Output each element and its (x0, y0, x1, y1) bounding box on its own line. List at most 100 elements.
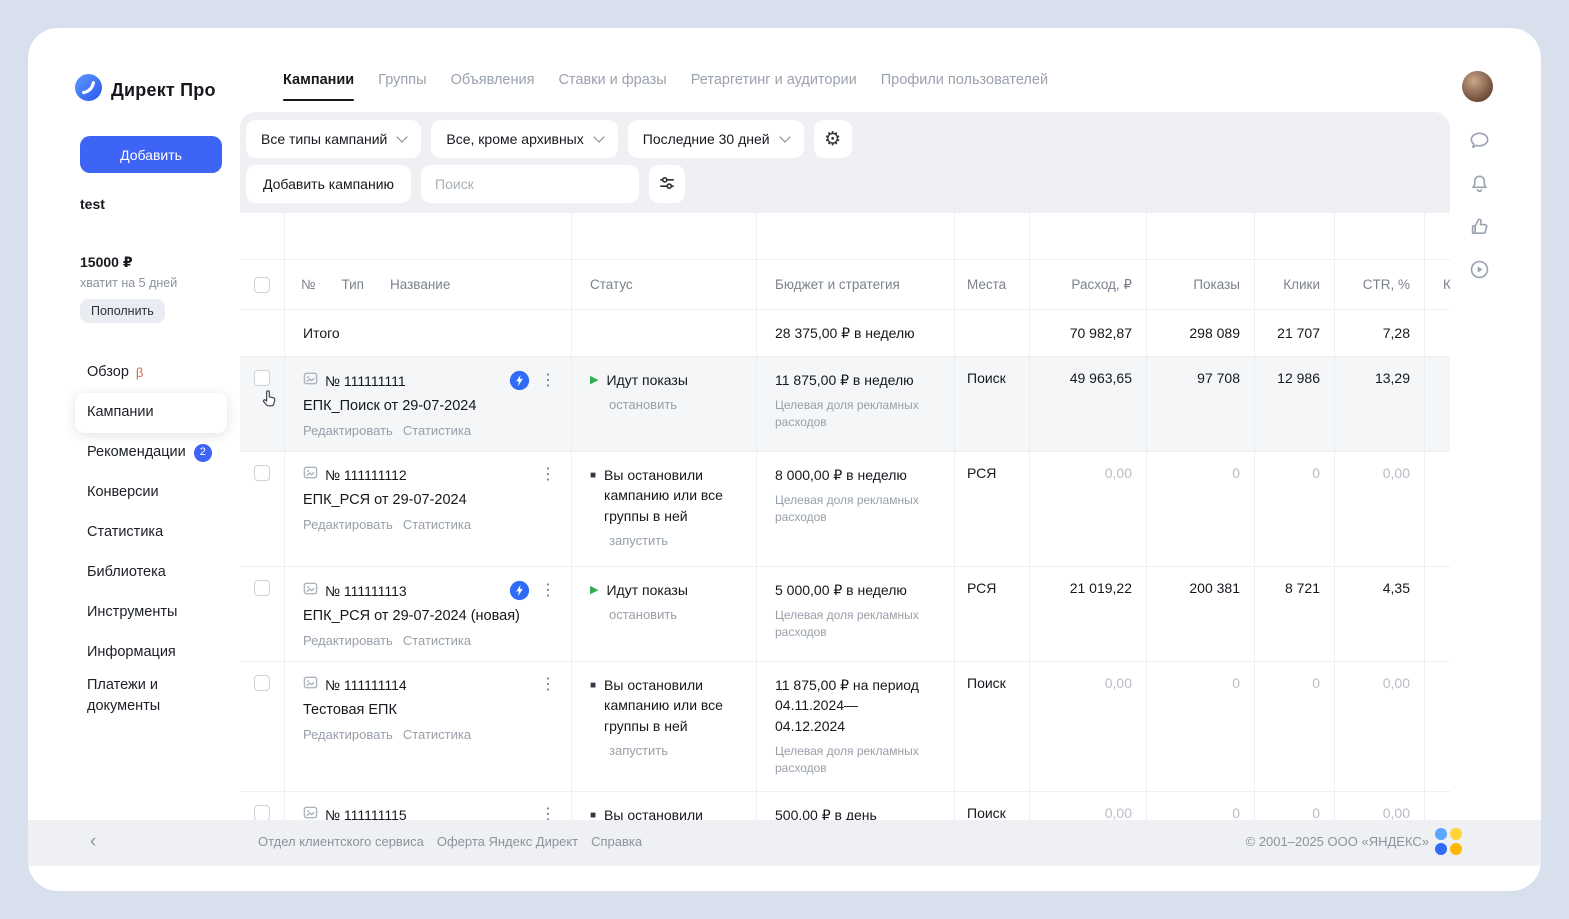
status-action-link[interactable]: остановить (609, 397, 744, 412)
campaign-name[interactable]: ЕПК_РСЯ от 29-07-2024 (новая) (303, 608, 559, 624)
tab-campaigns[interactable]: Кампании (283, 72, 354, 101)
row-checkbox[interactable] (254, 370, 270, 386)
sidebar-item-label: Библиотека (87, 562, 166, 583)
clicks-value: 0 (1255, 792, 1335, 820)
footer-link-offer[interactable]: Оферта Яндекс Директ (437, 834, 578, 849)
bell-icon[interactable] (1468, 172, 1491, 195)
sidebar-item-label: Информация (87, 642, 176, 663)
account-name: test (80, 196, 227, 212)
chevron-down-icon (397, 131, 408, 142)
campaign-number: № 111111111 (325, 373, 406, 389)
column-settings-button[interactable] (649, 165, 685, 203)
edit-link[interactable]: Редактировать (303, 423, 393, 438)
table-row: № 111111111 ⋮ ЕПК_Поиск от 29-07-2024 Ре… (240, 357, 1450, 452)
kebab-menu-icon[interactable]: ⋮ (537, 677, 559, 693)
chat-widget-icon[interactable] (1435, 828, 1463, 856)
period-filter[interactable]: Последние 30 дней (628, 120, 804, 158)
chat-icon[interactable] (1468, 129, 1491, 152)
settings-button[interactable]: ⚙ (814, 120, 852, 158)
sidebar-item-label: Обзор (87, 362, 129, 383)
sidebar-item-overview[interactable]: Обзор β (75, 353, 227, 393)
budget-value: 11 875,00 ₽ в неделю (775, 370, 942, 390)
status-action-link[interactable]: запустить (609, 533, 744, 548)
sidebar-item-conversions[interactable]: Конверсии (75, 473, 227, 513)
campaign-type-icon (303, 371, 318, 391)
campaign-type-icon (303, 675, 318, 695)
sidebar-item-library[interactable]: Библиотека (75, 553, 227, 593)
sidebar-item-recommendations[interactable]: Рекомендации 2 (75, 433, 227, 473)
tab-bids-phrases[interactable]: Ставки и фразы (558, 72, 666, 101)
tab-ads[interactable]: Объявления (451, 72, 535, 101)
stats-link[interactable]: Статистика (403, 423, 471, 438)
placement: Поиск (955, 357, 1030, 451)
tab-groups[interactable]: Группы (378, 72, 426, 101)
row-checkbox[interactable] (254, 675, 270, 691)
table-header-row: № Тип Название Статус Бюджет и стратегия… (240, 260, 1450, 310)
row-checkbox[interactable] (254, 805, 270, 820)
kebab-menu-icon[interactable]: ⋮ (537, 373, 559, 389)
footer-link-help[interactable]: Справка (591, 834, 642, 849)
tab-retargeting[interactable]: Ретаргетинг и аудитории (691, 72, 857, 101)
stats-link[interactable]: Статистика (403, 517, 471, 532)
add-button[interactable]: Добавить (80, 136, 222, 173)
col-name: Название (390, 277, 450, 292)
stats-link[interactable]: Статистика (403, 633, 471, 648)
edit-link[interactable]: Редактировать (303, 633, 393, 648)
row-checkbox[interactable] (254, 465, 270, 481)
footer-link-support[interactable]: Отдел клиентского сервиса (258, 834, 424, 849)
sidebar: Директ Про Добавить test 15000 ₽ хватит … (75, 74, 227, 719)
campaign-number: № 111111112 (325, 467, 407, 483)
avatar[interactable] (1462, 71, 1493, 102)
budget-strategy: Целевая доля рекламных расходов (775, 492, 942, 526)
add-campaign-button[interactable]: Добавить кампанию (246, 165, 411, 203)
status-action-link[interactable]: запустить (609, 743, 744, 758)
thumbs-up-icon[interactable] (1468, 215, 1491, 238)
top-tabs: Кампании Группы Объявления Ставки и фраз… (283, 72, 1048, 101)
balance-amount: 15000 ₽ (80, 254, 227, 271)
row-checkbox[interactable] (254, 580, 270, 596)
archive-filter[interactable]: Все, кроме архивных (431, 120, 617, 158)
topup-button[interactable]: Пополнить (80, 299, 165, 323)
collapse-sidebar-icon[interactable]: ‹ (90, 831, 96, 853)
campaign-type-filter[interactable]: Все типы кампаний (246, 120, 421, 158)
status-stopped-icon: ■ (590, 679, 596, 736)
stats-link[interactable]: Статистика (403, 727, 471, 742)
boost-badge-icon[interactable] (509, 370, 530, 391)
status-text: Вы остановили (604, 805, 703, 820)
select-all-checkbox[interactable] (254, 277, 270, 293)
table-row: № 111111114 ⋮ Тестовая ЕПК Редактировать… (240, 662, 1450, 792)
col-budget: Бюджет и стратегия (757, 260, 955, 309)
search-input[interactable] (421, 165, 639, 203)
kebab-menu-icon[interactable]: ⋮ (537, 583, 559, 599)
sidebar-item-label: Конверсии (87, 482, 159, 503)
budget-strategy: Целевая доля рекламных расходов (775, 743, 942, 777)
campaign-name[interactable]: Тестовая ЕПК (303, 702, 559, 718)
play-circle-icon[interactable] (1468, 258, 1491, 281)
sidebar-item-campaigns[interactable]: Кампании (75, 393, 227, 433)
budget-value: 500,00 ₽ в день (775, 805, 942, 820)
campaign-name[interactable]: ЕПК_Поиск от 29-07-2024 (303, 398, 559, 414)
edit-link[interactable]: Редактировать (303, 517, 393, 532)
status-action-link[interactable]: остановить (609, 607, 744, 622)
chevron-down-icon (593, 131, 604, 142)
boost-badge-icon[interactable] (509, 580, 530, 601)
sidebar-item-payments[interactable]: Платежи и документы (75, 673, 227, 719)
status-stopped-icon: ■ (590, 809, 596, 820)
ctr-value: 13,29 (1335, 357, 1425, 451)
campaign-type-icon (303, 805, 318, 820)
ctr-value: 0,00 (1335, 452, 1425, 566)
sidebar-item-statistics[interactable]: Статистика (75, 513, 227, 553)
tab-user-profiles[interactable]: Профили пользователей (881, 72, 1048, 101)
edit-link[interactable]: Редактировать (303, 727, 393, 742)
kebab-menu-icon[interactable]: ⋮ (537, 807, 559, 820)
totals-ctr: 7,28 (1335, 310, 1425, 356)
sidebar-nav: Обзор β Кампании Рекомендации 2 Конверси… (75, 353, 227, 719)
sidebar-item-label: Инструменты (87, 602, 177, 623)
kebab-menu-icon[interactable]: ⋮ (537, 467, 559, 483)
campaign-type-icon (303, 581, 318, 601)
clicks-value: 12 986 (1255, 357, 1335, 451)
sidebar-item-tools[interactable]: Инструменты (75, 593, 227, 633)
sidebar-item-information[interactable]: Информация (75, 633, 227, 673)
footer: ‹ Отдел клиентского сервиса Оферта Яндек… (28, 820, 1541, 866)
campaign-name[interactable]: ЕПК_РСЯ от 29-07-2024 (303, 492, 559, 508)
